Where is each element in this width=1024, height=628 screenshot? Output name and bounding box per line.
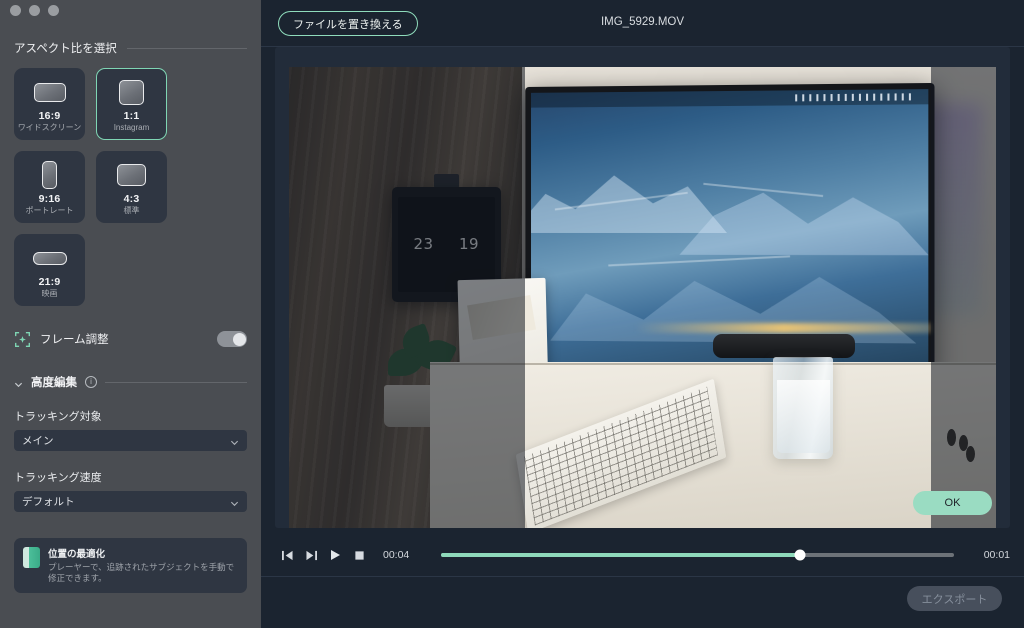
aspect-ratio-option-16-9[interactable]: 16:9 ワイドスクリーン <box>14 68 85 140</box>
video-preview[interactable]: 23 19 <box>289 67 996 528</box>
zoom-icon[interactable] <box>48 5 59 16</box>
rect-4-3-icon <box>117 160 146 190</box>
app-window: アスペクト比を選択 16:9 ワイドスクリーン 1:1 Instagram 9:… <box>0 0 1024 628</box>
rect-21-9-icon <box>32 243 67 273</box>
aspect-ratio-sub: ポートレート <box>25 206 74 216</box>
aspect-ratio-name: 4:3 <box>123 193 140 206</box>
frame-adjust-icon <box>14 331 31 348</box>
export-button[interactable]: エクスポート <box>907 586 1002 611</box>
main-panel: ファイルを置き換える IMG_5929.MOV OK 00:04 00:01 エ… <box>261 0 1024 628</box>
advanced-section-title: 高度編集 <box>31 377 77 389</box>
tracking-target-select[interactable]: メイン <box>14 430 247 451</box>
sidebar: アスペクト比を選択 16:9 ワイドスクリーン 1:1 Instagram 9:… <box>0 0 261 628</box>
position-optimization-icon <box>23 547 40 568</box>
tracking-target-label: トラッキング対象 <box>14 411 102 423</box>
chevron-down-icon <box>230 436 239 446</box>
tracking-speed-label: トラッキング速度 <box>14 472 102 484</box>
aspect-ratio-sub: ワイドスクリーン <box>17 123 82 133</box>
aspect-ratio-option-1-1[interactable]: 1:1 Instagram <box>96 68 167 140</box>
rect-9-16-icon <box>42 160 57 190</box>
aspect-ratio-option-21-9[interactable]: 21:9 映画 <box>14 234 85 306</box>
aspect-ratio-name: 1:1 <box>123 110 140 123</box>
aspect-ratio-option-9-16[interactable]: 9:16 ポートレート <box>14 151 85 223</box>
step-backward-icon[interactable] <box>275 544 299 566</box>
ok-button[interactable]: OK <box>913 491 992 515</box>
position-optimization-hint: 位置の最適化 プレーヤーで、追跡されたサブジェクトを手動で修正できます。 <box>14 538 247 593</box>
advanced-section-header[interactable]: 高度編集 i <box>14 374 247 390</box>
frame-adjust-label: フレーム調整 <box>40 334 109 346</box>
scene-light-strip <box>635 322 933 333</box>
aspect-ratio-grid: 16:9 ワイドスクリーン 1:1 Instagram 9:16 ポートレート … <box>14 68 247 306</box>
chevron-down-icon <box>14 378 23 387</box>
tracking-target-value: メイン <box>22 435 54 447</box>
crop-dim-left <box>289 67 526 528</box>
chevron-down-icon <box>230 497 239 507</box>
scene-glass <box>773 357 834 459</box>
aspect-ratio-name: 21:9 <box>38 276 61 289</box>
scene-soundbar <box>713 334 855 359</box>
stop-icon[interactable] <box>347 544 371 566</box>
aspect-ratio-sub: 標準 <box>123 206 140 216</box>
file-name-label: IMG_5929.MOV <box>600 16 685 28</box>
duration-label: 00:01 <box>983 549 1010 561</box>
frame-adjust-toggle[interactable] <box>217 331 247 347</box>
minimize-icon[interactable] <box>29 5 40 16</box>
section-divider <box>105 381 247 383</box>
timeline-progress-fill <box>441 553 801 557</box>
square-1-1-icon <box>119 77 144 107</box>
play-icon[interactable] <box>323 544 347 566</box>
aspect-ratio-name: 9:16 <box>38 193 61 206</box>
timeline-slider[interactable] <box>441 549 954 561</box>
hint-body: プレーヤーで、追跡されたサブジェクトを手動で修正できます。 <box>48 562 235 584</box>
top-bar: ファイルを置き換える IMG_5929.MOV <box>261 0 1024 47</box>
hint-title: 位置の最適化 <box>48 549 106 560</box>
info-icon[interactable]: i <box>85 376 97 388</box>
window-traffic-lights <box>10 5 59 16</box>
aspect-ratio-option-4-3[interactable]: 4:3 標準 <box>96 151 167 223</box>
rect-16-9-icon <box>33 77 66 107</box>
close-icon[interactable] <box>10 5 21 16</box>
aspect-ratio-name: 16:9 <box>38 110 61 123</box>
aspect-ratio-section-title: アスペクト比を選択 <box>14 43 117 55</box>
aspect-ratio-sub: Instagram <box>113 123 150 133</box>
tracking-speed-select[interactable]: デフォルト <box>14 491 247 512</box>
crop-dim-right <box>930 67 996 528</box>
current-time-label: 00:04 <box>383 549 410 561</box>
footer-bar: エクスポート <box>261 576 1024 628</box>
step-forward-icon[interactable] <box>299 544 323 566</box>
timeline-slider-handle[interactable] <box>794 549 806 561</box>
tracking-speed-value: デフォルト <box>22 496 75 508</box>
section-divider <box>126 47 247 49</box>
aspect-ratio-sub: 映画 <box>41 289 58 299</box>
frame-adjust-row: フレーム調整 <box>14 326 247 352</box>
aspect-ratio-section-header: アスペクト比を選択 <box>14 40 247 56</box>
scene-menubar <box>531 89 929 109</box>
preview-stage: 23 19 <box>275 47 1010 528</box>
player-transport: 00:04 00:01 <box>275 540 1010 570</box>
